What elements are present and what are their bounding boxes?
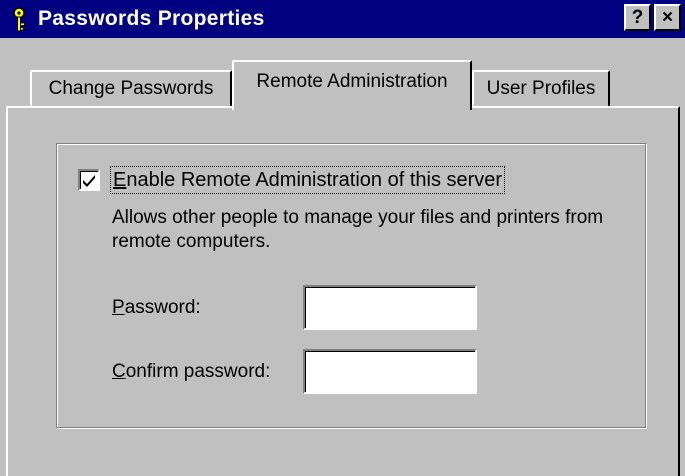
tab-label: Change Passwords xyxy=(48,78,214,99)
tab-remote-administration[interactable]: Remote Administration xyxy=(232,60,472,110)
tab-user-profiles[interactable]: User Profiles xyxy=(472,70,610,108)
tab-change-passwords[interactable]: Change Passwords xyxy=(30,70,232,108)
close-button[interactable]: × xyxy=(654,4,681,31)
tab-label: User Profiles xyxy=(486,78,596,99)
key-icon xyxy=(6,6,32,34)
window-title: Passwords Properties xyxy=(38,7,265,30)
tab-panel xyxy=(6,106,680,476)
tab-label: Remote Administration xyxy=(256,71,448,92)
title-bar[interactable]: Passwords Properties ? × xyxy=(0,0,685,38)
help-button[interactable]: ? xyxy=(624,4,651,31)
